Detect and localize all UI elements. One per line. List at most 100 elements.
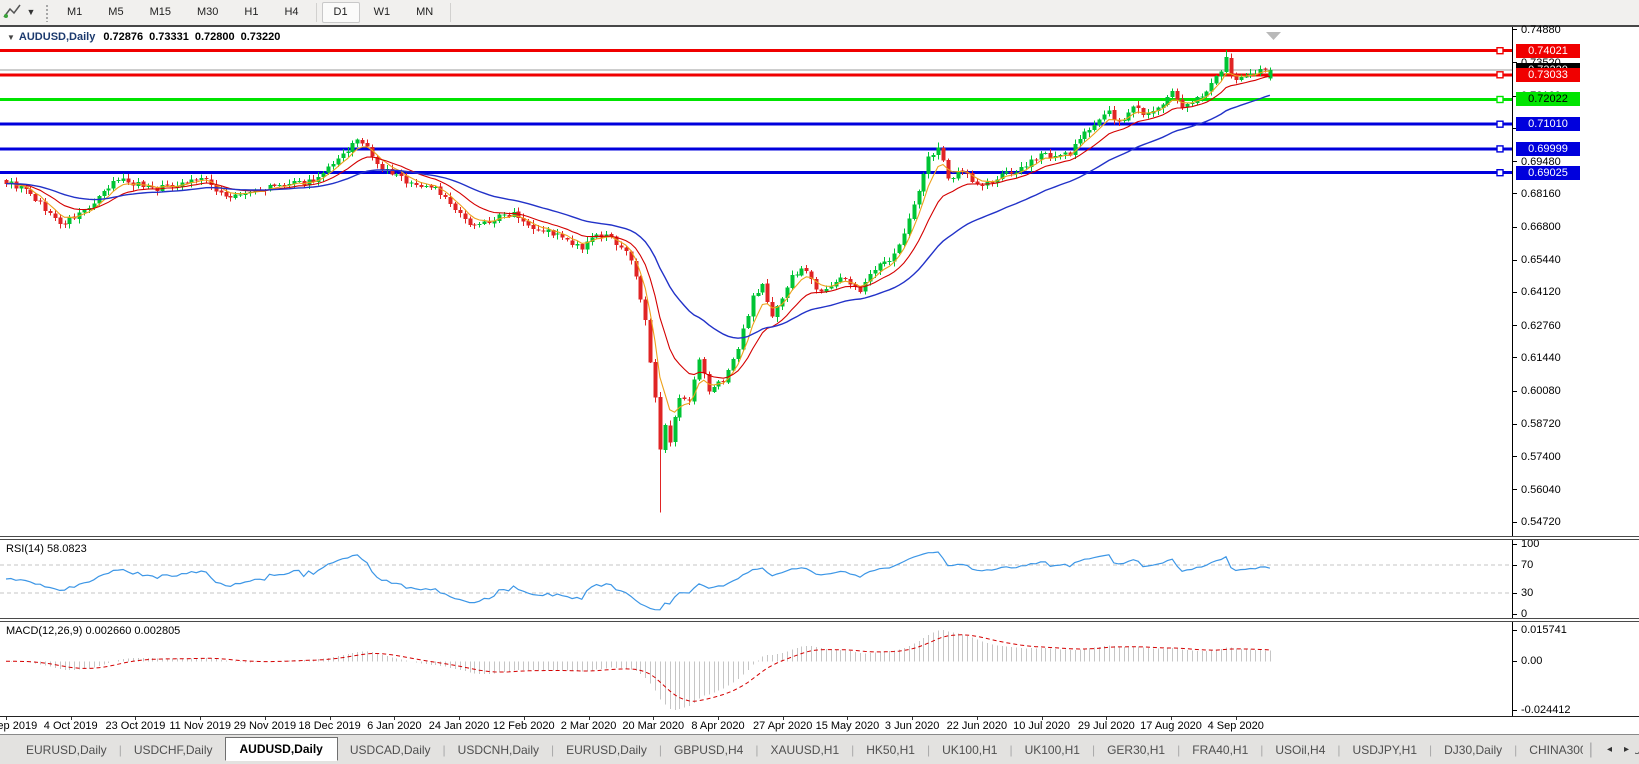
price-tick <box>1513 292 1517 293</box>
date-label: 24 Jan 2020 <box>429 720 490 732</box>
tab-scroll-left-icon[interactable]: ◂ <box>1601 742 1618 757</box>
price-tick <box>1513 325 1517 326</box>
price-tick <box>1513 424 1517 425</box>
chart-tab-audusd-daily[interactable]: AUDUSD,Daily <box>225 737 338 761</box>
chart-tab-hk50-h1[interactable]: HK50,H1 <box>854 739 927 761</box>
price-tick-label: 0.57400 <box>1521 450 1561 464</box>
candlesticks <box>5 50 1273 513</box>
chart-bottom-border <box>0 716 1639 717</box>
price-tick <box>1513 522 1517 523</box>
price-tick <box>1513 161 1517 162</box>
chart-tab-uk100-h1[interactable]: UK100,H1 <box>1013 739 1092 761</box>
timeframe-H1[interactable]: H1 <box>232 2 270 23</box>
chart-tab-xauusd-h1[interactable]: XAUUSD,H1 <box>758 739 851 761</box>
chart-tab-usoil-h4[interactable]: USOil,H4 <box>1263 739 1337 761</box>
macd-tick-label: 0.015741 <box>1521 623 1567 637</box>
price-tick <box>1513 29 1517 30</box>
tab-scroll-buttons: | ◂ ▸ <box>1583 735 1635 764</box>
price-tick-label: 0.74880 <box>1521 23 1561 37</box>
price-tick-label: 0.61440 <box>1521 351 1561 365</box>
date-label: 4 Oct 2019 <box>44 720 98 732</box>
price-tick-label: 0.64120 <box>1521 285 1561 299</box>
macd-panel-canvas[interactable] <box>0 622 1512 716</box>
rsi-panel-canvas[interactable] <box>0 540 1512 618</box>
date-label: 29 Nov 2019 <box>234 720 296 732</box>
top-toolbar: ▼ M1M5M15M30H1H4 D1W1MN <box>0 0 1639 25</box>
chart-tab-eurusd-daily[interactable]: EURUSD,Daily <box>14 739 119 761</box>
chart-tab-usdjpy-h1[interactable]: USDJPY,H1 <box>1341 739 1429 761</box>
date-label: 20 Mar 2020 <box>622 720 684 732</box>
toolbar-grip[interactable] <box>44 3 49 22</box>
timeframe-buttons: M1M5M15M30H1H4 D1W1MN <box>54 2 455 23</box>
chart-tab-gbpusd-h4[interactable]: GBPUSD,H4 <box>662 739 755 761</box>
line-studies-icon[interactable] <box>2 3 22 21</box>
hline-handle <box>1497 72 1503 78</box>
hline <box>0 171 1512 174</box>
chart-tab-usdcnh-daily[interactable]: USDCNH,Daily <box>446 739 551 761</box>
rsi-tick <box>1513 614 1517 615</box>
date-axis[interactable]: 16 Sep 20194 Oct 201923 Oct 201911 Nov 2… <box>0 717 1512 734</box>
price-axis[interactable]: 0.748800.735200.721600.708400.694800.681… <box>1512 27 1639 716</box>
date-label: 15 May 2020 <box>816 720 880 732</box>
chart-tab-uk100-h1[interactable]: UK100,H1 <box>930 739 1009 761</box>
date-label: 4 Sep 2020 <box>1208 720 1264 732</box>
macd-tick-label: -0.024412 <box>1521 703 1571 717</box>
price-tick <box>1513 260 1517 261</box>
hline-price-label[interactable]: 0.74021 <box>1516 44 1580 58</box>
toolbar-dropdown-caret-icon[interactable]: ▼ <box>24 5 38 19</box>
timeframe-M15[interactable]: M15 <box>138 2 183 23</box>
price-tick <box>1513 227 1517 228</box>
timeframe-M30[interactable]: M30 <box>185 2 230 23</box>
ohlc-open: 0.72876 <box>103 31 143 43</box>
timeframe-M5[interactable]: M5 <box>96 2 135 23</box>
panel-separator[interactable] <box>0 618 1639 622</box>
price-tick-label: 0.66800 <box>1521 220 1561 234</box>
price-tick <box>1513 489 1517 490</box>
date-label: 22 Jun 2020 <box>947 720 1008 732</box>
toolbar-group-separator <box>450 3 451 22</box>
hline-price-label[interactable]: 0.73033 <box>1516 68 1580 82</box>
macd-label: MACD(12,26,9) 0.002660 0.002805 <box>6 625 180 637</box>
panel-separator[interactable] <box>0 536 1639 540</box>
hline-price-label[interactable]: 0.71010 <box>1516 117 1580 131</box>
shift-marker-icon <box>1266 32 1281 40</box>
hline-price-label[interactable]: 0.72022 <box>1516 92 1580 106</box>
hline-price-label[interactable]: 0.69025 <box>1516 166 1580 180</box>
date-label: 18 Dec 2019 <box>298 720 360 732</box>
hline-handle <box>1497 121 1503 127</box>
chart-tab-dj30-daily[interactable]: DJ30,Daily <box>1432 739 1514 761</box>
ma-line-34 <box>6 95 1270 338</box>
chart-tab-usdchf-daily[interactable]: USDCHF,Daily <box>122 739 225 761</box>
chart-tab-usdcad-daily[interactable]: USDCAD,Daily <box>338 739 443 761</box>
chart-tab-ger30-h1[interactable]: GER30,H1 <box>1095 739 1177 761</box>
hline <box>0 123 1512 126</box>
tab-scroll-right-icon[interactable]: ▸ <box>1618 742 1635 757</box>
macd-histogram <box>7 630 1271 710</box>
timeframe-MN[interactable]: MN <box>404 2 445 23</box>
hline-price-label[interactable]: 0.69999 <box>1516 142 1580 156</box>
date-label: 23 Oct 2019 <box>105 720 165 732</box>
timeframe-D1[interactable]: D1 <box>322 2 360 23</box>
timeframe-W1[interactable]: W1 <box>362 2 403 23</box>
macd-tick-label: 0.00 <box>1521 654 1542 668</box>
rsi-tick <box>1513 593 1517 594</box>
toolbar-group-separator <box>316 3 317 22</box>
date-label: 27 Apr 2020 <box>753 720 812 732</box>
chart-tab-eurusd-daily[interactable]: EURUSD,Daily <box>554 739 659 761</box>
date-label: 12 Feb 2020 <box>493 720 555 732</box>
price-chart-canvas[interactable] <box>0 28 1512 536</box>
date-label: 6 Jan 2020 <box>367 720 421 732</box>
chart-tabs: EURUSD,Daily|USDCHF,DailyAUDUSD,DailyUSD… <box>14 735 1639 764</box>
hline <box>0 98 1512 101</box>
price-tick-label: 0.56040 <box>1521 483 1561 497</box>
price-tick <box>1513 456 1517 457</box>
macd-tick <box>1513 630 1517 631</box>
chart-title: ▼AUDUSD,Daily0.728760.733310.728000.7322… <box>7 31 286 43</box>
hline <box>0 147 1512 150</box>
collapse-triangle-icon[interactable]: ▼ <box>7 33 15 42</box>
price-tick-label: 0.54720 <box>1521 515 1561 529</box>
price-tick-label: 0.58720 <box>1521 417 1561 431</box>
chart-tab-fra40-h1[interactable]: FRA40,H1 <box>1180 739 1260 761</box>
timeframe-H4[interactable]: H4 <box>272 2 310 23</box>
timeframe-M1[interactable]: M1 <box>55 2 94 23</box>
